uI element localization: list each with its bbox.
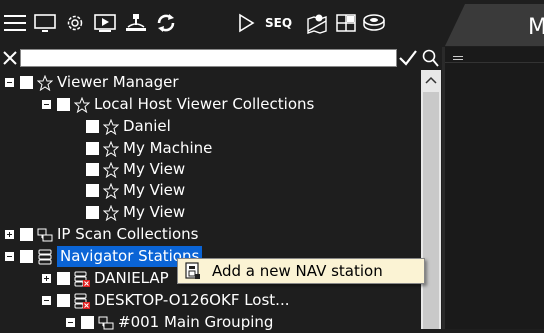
tree-item[interactable]: DESKTOP-O126OKF Lost...: [42, 290, 289, 311]
tree-item-label: IP Scan Collections: [57, 225, 199, 243]
add-station-icon: [184, 262, 202, 280]
checkbox[interactable]: [20, 76, 33, 89]
star-icon: [103, 182, 119, 199]
network-icon: [37, 227, 53, 243]
tree-item[interactable]: My Machine: [86, 138, 212, 159]
play-icon[interactable]: [234, 9, 258, 37]
checkbox[interactable]: [86, 184, 99, 197]
tree-item[interactable]: #001 Main Grouping: [66, 312, 273, 333]
collapse-icon[interactable]: [5, 78, 14, 87]
server-icon: [37, 249, 53, 265]
checkbox[interactable]: [57, 294, 70, 307]
tree-item-label: My Machine: [123, 139, 213, 157]
context-menu: Add a new NAV station: [177, 258, 425, 284]
main-toolbar: SEQ M: [0, 0, 544, 46]
scroll-up-icon[interactable]: [421, 70, 441, 90]
network-tree-icon[interactable]: [124, 9, 148, 37]
star-icon: [37, 74, 53, 91]
right-panel: [445, 47, 544, 329]
close-icon[interactable]: [2, 50, 18, 66]
collapse-icon[interactable]: [66, 318, 75, 327]
checkbox[interactable]: [81, 316, 94, 329]
star-icon: [103, 140, 119, 157]
tree-item[interactable]: My View: [86, 202, 185, 223]
tree-item-label: My View: [123, 203, 186, 221]
checkbox[interactable]: [86, 163, 99, 176]
tree-item-label: My View: [123, 181, 186, 199]
layout-grid-icon[interactable]: [334, 9, 358, 37]
collapse-icon[interactable]: [42, 100, 51, 109]
settings-gear-icon[interactable]: [63, 9, 87, 37]
tree-item[interactable]: Daniel: [86, 116, 171, 137]
tree-item[interactable]: DANIELAP: [42, 268, 169, 289]
tree-item-label: My View: [123, 160, 186, 178]
checkbox[interactable]: [20, 228, 33, 241]
checkbox[interactable]: [86, 206, 99, 219]
search-icon[interactable]: [420, 49, 440, 67]
tree-item[interactable]: Navigator Stations: [5, 246, 203, 267]
tree-item-label: Daniel: [123, 117, 171, 135]
filter-bar: [0, 47, 442, 69]
server-error-icon: [74, 293, 90, 309]
panel-menu-icon[interactable]: [453, 50, 463, 63]
collapse-icon[interactable]: [42, 296, 51, 305]
star-icon: [103, 118, 119, 135]
tree-item-label: DESKTOP-O126OKF Lost...: [94, 291, 290, 309]
star-icon: [74, 96, 90, 113]
network-icon: [98, 315, 114, 331]
tree-item[interactable]: Local Host Viewer Collections: [42, 94, 314, 115]
checkbox[interactable]: [86, 120, 99, 133]
tree-item-label: DANIELAP: [94, 269, 169, 287]
monitor-icon[interactable]: [33, 9, 57, 37]
seq-icon[interactable]: SEQ: [265, 12, 292, 34]
tree-item-label: Viewer Manager: [57, 73, 179, 91]
database-icon[interactable]: [362, 9, 386, 37]
play-screen-icon[interactable]: [93, 9, 117, 37]
star-icon: [103, 161, 119, 178]
checkbox[interactable]: [86, 142, 99, 155]
panel-header-line: [445, 62, 544, 63]
collapse-icon[interactable]: [5, 252, 14, 261]
scroll-thumb[interactable]: [423, 92, 439, 329]
map-icon[interactable]: [305, 9, 329, 37]
tree-scrollbar[interactable]: [421, 70, 441, 329]
add-nav-station-menu-item[interactable]: Add a new NAV station: [212, 262, 383, 280]
tree-item[interactable]: My View: [86, 159, 185, 180]
checkbox[interactable]: [57, 272, 70, 285]
tree-item[interactable]: IP Scan Collections: [5, 224, 198, 245]
star-icon: [103, 204, 119, 221]
tab-right-label: M: [528, 15, 544, 40]
check-icon[interactable]: [398, 49, 418, 67]
refresh-icon[interactable]: [154, 9, 178, 37]
tree-item[interactable]: My View: [86, 180, 185, 201]
checkbox[interactable]: [57, 98, 70, 111]
tree-view[interactable]: Viewer Manager Local Host Viewer Collect…: [0, 70, 420, 331]
tab-right[interactable]: M: [445, 4, 544, 46]
filter-input[interactable]: [20, 49, 397, 67]
tree-item-label: Local Host Viewer Collections: [94, 95, 315, 113]
tree-item-label: #001 Main Grouping: [118, 313, 274, 331]
tree-item[interactable]: Viewer Manager: [5, 72, 179, 93]
menu-icon[interactable]: [3, 9, 27, 37]
expand-icon[interactable]: [5, 230, 14, 239]
checkbox[interactable]: [20, 250, 33, 263]
expand-icon[interactable]: [42, 274, 51, 283]
server-error-icon: [74, 271, 90, 287]
